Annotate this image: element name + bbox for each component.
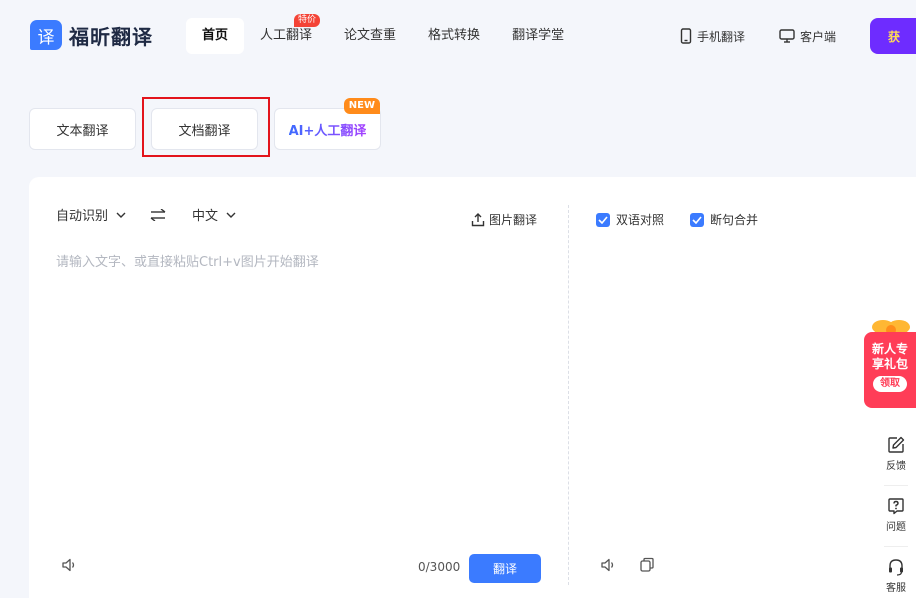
- tab-text-translation[interactable]: 文本翻译: [29, 108, 136, 150]
- speaker-icon[interactable]: [600, 557, 616, 573]
- gift-line1: 新人专: [871, 342, 908, 356]
- question-label: 问题: [886, 522, 906, 533]
- customer-service-button[interactable]: 客服: [876, 558, 916, 594]
- source-text-input[interactable]: 请输入文字、或直接粘贴Ctrl+v图片开始翻译: [56, 251, 319, 270]
- logo[interactable]: 译 福昕翻译: [30, 20, 153, 50]
- nav-item-translation-academy[interactable]: 翻译学堂: [496, 18, 580, 54]
- gift-box: 新人专 享礼包 领取: [864, 332, 916, 408]
- highlight-box: [142, 97, 270, 157]
- chevron-down-icon: [226, 212, 236, 218]
- feedback-label: 反馈: [886, 461, 906, 472]
- divider: [884, 546, 908, 547]
- speaker-icon[interactable]: [61, 557, 77, 573]
- swap-icon[interactable]: [150, 208, 166, 221]
- edit-icon: [888, 436, 905, 453]
- copy-icon[interactable]: [639, 557, 655, 573]
- merge-sentences-checkbox[interactable]: 断句合并: [690, 211, 758, 228]
- character-counter: 0/3000: [418, 560, 461, 574]
- language-bar: 自动识别 中文: [56, 205, 236, 224]
- get-button-label: 获: [888, 29, 901, 44]
- side-toolbar: 反馈 问题 客服: [876, 424, 916, 598]
- gift-line2: 享礼包: [871, 357, 908, 371]
- main-nav: 首页 人工翻译 特价 论文查重 格式转换 翻译学堂: [186, 14, 580, 54]
- monitor-icon: [779, 29, 795, 43]
- logo-icon: 译: [30, 20, 62, 50]
- nav-item-home[interactable]: 首页: [186, 18, 245, 54]
- get-button[interactable]: 获: [870, 18, 916, 54]
- nav-item-format-convert[interactable]: 格式转换: [412, 18, 496, 54]
- source-language-label: 自动识别: [56, 209, 109, 224]
- customer-service-label: 客服: [886, 583, 906, 594]
- phone-icon: [680, 28, 692, 44]
- translate-panel: 自动识别 中文 图片翻译 请输入文字、或直接粘贴Ctrl+v图片开始翻译 0/3…: [29, 177, 916, 598]
- bilingual-checkbox[interactable]: 双语对照: [596, 211, 664, 228]
- mobile-translate-label: 手机翻译: [696, 29, 745, 44]
- chevron-down-icon: [116, 212, 126, 218]
- translate-button[interactable]: 翻译: [469, 554, 541, 583]
- bilingual-label: 双语对照: [616, 213, 665, 227]
- nav-item-plagiarism-check[interactable]: 论文查重: [328, 18, 412, 54]
- result-options: 双语对照 断句合并: [596, 211, 784, 228]
- tab-ai-human-translation[interactable]: AI+人工翻译 NEW: [274, 98, 381, 150]
- checkbox-checked-icon: [596, 212, 610, 227]
- tab-ai-label: AI+人工翻译: [289, 120, 367, 139]
- headset-icon: [889, 559, 903, 576]
- nav-item-label: 人工翻译: [260, 28, 313, 43]
- header-right: 手机翻译 客户端 获: [680, 18, 916, 54]
- gift-claim-button[interactable]: 领取: [873, 376, 907, 392]
- question-button[interactable]: 问题: [876, 497, 916, 533]
- feedback-button[interactable]: 反馈: [876, 436, 916, 472]
- checkbox-checked-icon: [690, 212, 705, 227]
- new-badge: NEW: [343, 98, 380, 114]
- sale-badge: 特价: [294, 14, 321, 27]
- source-language-select[interactable]: 自动识别: [56, 205, 126, 224]
- brand-name: 福昕翻译: [69, 24, 153, 49]
- image-translate-button[interactable]: 图片翻译: [471, 211, 537, 228]
- desktop-client-link[interactable]: 客户端: [779, 18, 836, 54]
- divider: [884, 485, 908, 486]
- desktop-client-label: 客户端: [799, 29, 836, 44]
- upload-icon: [471, 212, 485, 226]
- target-language-select[interactable]: 中文: [192, 205, 236, 224]
- merge-sentences-label: 断句合并: [710, 213, 759, 227]
- nav-item-human-translation[interactable]: 人工翻译 特价: [244, 14, 328, 54]
- mobile-translate-link[interactable]: 手机翻译: [680, 18, 745, 54]
- top-header: 译 福昕翻译 首页 人工翻译 特价 论文查重 格式转换 翻译学堂 手机翻译 客户…: [0, 0, 916, 72]
- image-translate-label: 图片翻译: [489, 213, 538, 227]
- new-user-gift-widget[interactable]: 新人专 享礼包 领取: [864, 318, 916, 408]
- panel-divider: [568, 205, 569, 585]
- help-icon: [888, 498, 904, 515]
- target-language-label: 中文: [192, 209, 219, 224]
